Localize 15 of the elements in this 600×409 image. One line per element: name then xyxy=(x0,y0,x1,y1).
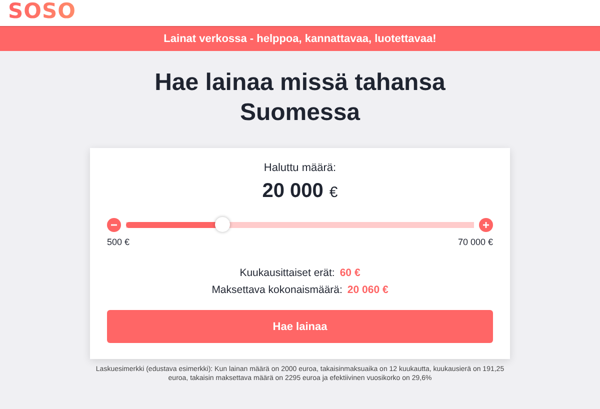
amount-value: 20 000 xyxy=(262,180,324,203)
banner: Lainat verkossa - helppoa, kannattavaa, luotettavaa! xyxy=(0,26,600,51)
currency-unit: € xyxy=(329,184,338,201)
result-label: Kuukausittaiset erät: xyxy=(240,267,335,279)
plus-icon[interactable] xyxy=(479,218,493,232)
amount-label: Haluttu määrä: xyxy=(264,162,336,174)
minus-icon[interactable] xyxy=(107,218,121,232)
slider-thumb[interactable] xyxy=(215,217,230,232)
apply-button[interactable]: Hae lainaa xyxy=(107,310,493,343)
result-label: Maksettava kokonaismäärä: xyxy=(212,284,342,296)
min-label: 500 € xyxy=(107,237,130,247)
page-title: Hae lainaa missä tahansa Suomessa xyxy=(154,68,446,128)
max-label: 70 000 € xyxy=(458,237,493,247)
result-value: 20 060 € xyxy=(347,284,388,296)
result-value: 60 € xyxy=(340,267,360,279)
